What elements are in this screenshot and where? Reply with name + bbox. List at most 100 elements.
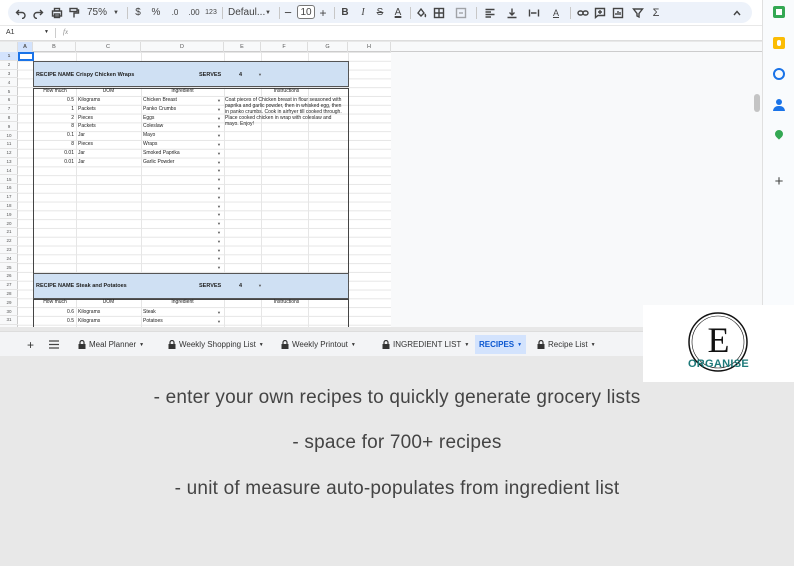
add-addon-icon[interactable]: + [773, 174, 785, 189]
column-header[interactable]: E [224, 42, 261, 52]
qty-cell[interactable]: 8 [34, 140, 74, 149]
ingredient-cell[interactable]: Panko Crumbs [143, 105, 176, 114]
chevron-down-icon[interactable]: ▼ [258, 72, 262, 77]
row-header[interactable]: 13 [0, 158, 18, 167]
row-header[interactable]: 2 [0, 61, 18, 70]
column-header[interactable]: F [261, 42, 308, 52]
row-header[interactable]: 29 [0, 298, 18, 308]
row-header[interactable]: 25 [0, 263, 18, 272]
ingredient-cell[interactable]: Eggs [143, 114, 154, 123]
bold-button[interactable]: B [339, 2, 351, 23]
formula-input[interactable] [78, 27, 748, 39]
chevron-down-icon[interactable]: ▼ [44, 29, 49, 35]
row-header[interactable]: 31 [0, 316, 18, 325]
merge-cells-button[interactable] [450, 2, 472, 23]
instructions-cell[interactable]: Coat pieces of Chicken breast in flour s… [225, 97, 345, 128]
serves-value[interactable]: 4 [239, 283, 242, 289]
row-header[interactable]: 12 [0, 149, 18, 158]
insert-comment-button[interactable] [593, 2, 607, 23]
chevron-down-icon[interactable]: ▼ [139, 342, 144, 348]
chevron-down-icon[interactable]: ▼ [217, 319, 221, 324]
row-header[interactable]: 21 [0, 228, 18, 237]
row-header[interactable]: 19 [0, 210, 18, 220]
chevron-down-icon[interactable]: ▼ [217, 116, 221, 121]
qty-cell[interactable]: 0.1 [34, 131, 74, 140]
percent-button[interactable]: % [150, 2, 162, 23]
number-format-button[interactable]: 123 [204, 2, 218, 23]
sheet-tab[interactable]: Recipe List ▼ [533, 335, 600, 354]
row-header[interactable]: 18 [0, 202, 18, 211]
text-color-button[interactable]: A [391, 2, 405, 23]
chevron-down-icon[interactable]: ▼ [258, 283, 262, 288]
chevron-down-icon[interactable]: ▼ [217, 98, 221, 103]
column-header[interactable]: D [141, 42, 224, 52]
collapse-toolbar-button[interactable] [730, 2, 744, 23]
zoom-select[interactable]: 75% [85, 2, 109, 23]
row-header[interactable]: 22 [0, 237, 18, 246]
chevron-down-icon[interactable]: ▼ [217, 239, 221, 244]
vertical-align-button[interactable] [502, 2, 522, 23]
chevron-down-icon[interactable]: ▼ [264, 2, 272, 23]
qty-cell[interactable]: 8 [34, 122, 74, 131]
chevron-down-icon[interactable]: ▼ [217, 256, 221, 261]
redo-button[interactable] [31, 2, 45, 23]
sheet-tab[interactable]: Weekly Printout ▼ [277, 335, 360, 354]
font-size-decrease-button[interactable]: − [283, 2, 293, 23]
chevron-down-icon[interactable]: ▼ [259, 342, 264, 348]
contacts-icon[interactable] [773, 99, 785, 111]
maps-icon[interactable] [773, 128, 785, 142]
strikethrough-button[interactable]: S [374, 2, 386, 23]
functions-button[interactable]: Σ [649, 2, 663, 23]
fill-color-button[interactable] [414, 2, 428, 23]
chevron-down-icon[interactable]: ▼ [464, 342, 469, 348]
row-header[interactable]: 8 [0, 114, 18, 123]
row-header[interactable]: 24 [0, 254, 18, 264]
qty-cell[interactable]: 0.01 [34, 149, 74, 158]
row-header[interactable]: 11 [0, 140, 18, 149]
insert-link-button[interactable] [576, 2, 590, 23]
row-header[interactable]: 3 [0, 70, 18, 79]
tasks-icon[interactable] [773, 68, 785, 80]
add-sheet-button[interactable]: + [23, 335, 38, 354]
ingredient-cell[interactable]: Mayo [143, 131, 155, 140]
font-size-input[interactable]: 10 [297, 5, 315, 19]
chevron-down-icon[interactable]: ▼ [217, 195, 221, 200]
chevron-down-icon[interactable]: ▼ [217, 212, 221, 217]
row-header[interactable]: 17 [0, 193, 18, 202]
row-header[interactable]: 6 [0, 96, 18, 105]
font-select[interactable]: Defaul... [228, 2, 265, 23]
column-header[interactable]: C [76, 42, 141, 52]
currency-button[interactable]: $ [133, 2, 143, 23]
row-header[interactable]: 9 [0, 122, 18, 132]
chevron-down-icon[interactable]: ▼ [217, 265, 221, 270]
chevron-down-icon[interactable]: ▼ [217, 230, 221, 235]
all-sheets-button[interactable] [45, 335, 63, 354]
column-header[interactable]: G [308, 42, 348, 52]
chevron-down-icon[interactable]: ▼ [217, 248, 221, 253]
text-rotation-button[interactable]: A [546, 2, 566, 23]
selected-cell-a1[interactable] [18, 52, 34, 61]
font-size-increase-button[interactable]: + [318, 2, 328, 23]
sheet-tab[interactable]: RECIPES ▼ [475, 335, 527, 354]
italic-button[interactable]: I [357, 2, 369, 23]
print-button[interactable] [50, 2, 64, 23]
chevron-down-icon[interactable]: ▼ [217, 160, 221, 165]
row-header[interactable]: 20 [0, 219, 18, 228]
recipe-name-value[interactable]: Steak and Potatoes [76, 283, 127, 289]
horizontal-align-button[interactable] [480, 2, 500, 23]
keep-icon[interactable] [773, 37, 785, 49]
ingredient-cell[interactable]: Wraps [143, 140, 157, 149]
qty-cell[interactable]: 2 [34, 114, 74, 123]
row-header[interactable]: 14 [0, 166, 18, 176]
text-wrap-button[interactable] [524, 2, 544, 23]
chevron-down-icon[interactable]: ▼ [217, 204, 221, 209]
ingredient-cell[interactable]: Garlic Powder [143, 158, 174, 167]
ingredient-cell[interactable]: Smoked Paprika [143, 149, 180, 158]
row-header[interactable]: 4 [0, 78, 18, 88]
select-all-corner[interactable] [0, 42, 18, 52]
paint-format-button[interactable] [67, 2, 81, 23]
chevron-down-icon[interactable]: ▼ [217, 133, 221, 138]
qty-cell[interactable]: 0.6 [34, 308, 74, 317]
chevron-down-icon[interactable]: ▼ [217, 310, 221, 315]
row-header[interactable]: 27 [0, 281, 18, 290]
